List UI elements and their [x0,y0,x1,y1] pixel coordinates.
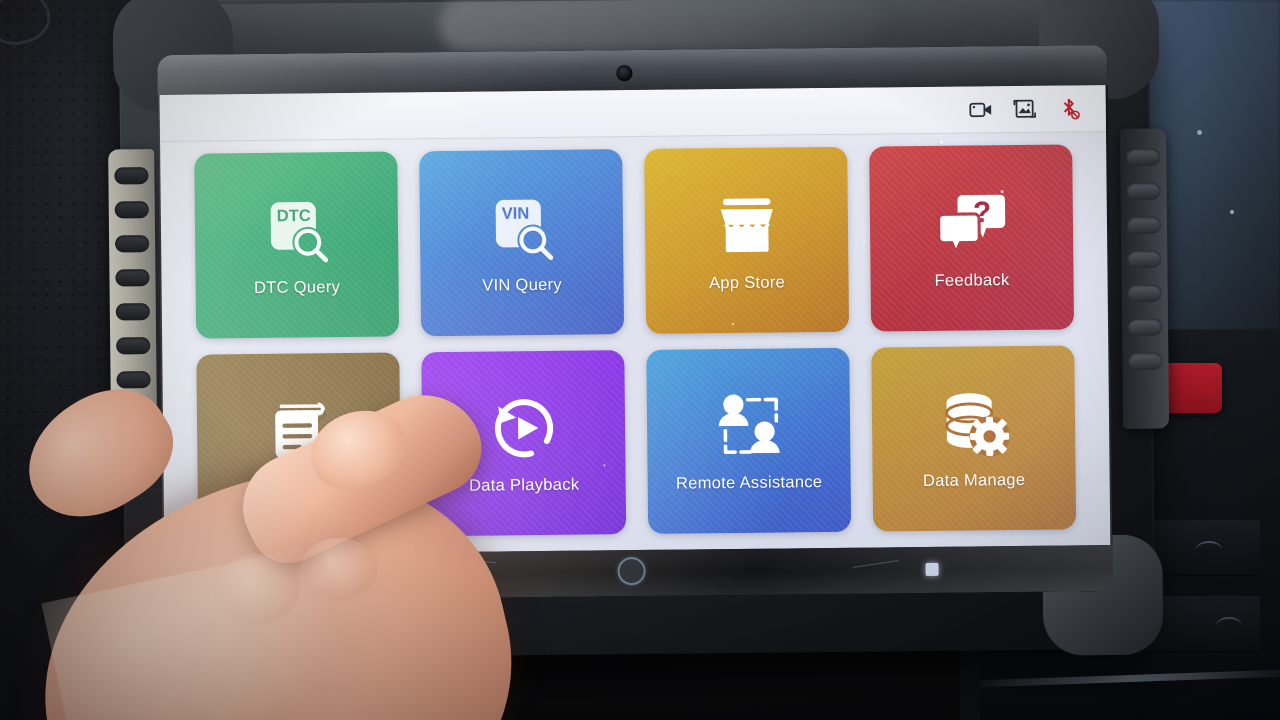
tile-remote-assistance[interactable]: Remote Assistance [646,347,852,534]
display-bezel: DTC DTC Query VIN VIN Query App Store ? … [157,45,1113,601]
glass-speck [1230,210,1234,214]
database-gear-icon [935,385,1012,466]
svg-text:DTC: DTC [276,206,310,225]
home-button[interactable] [617,556,646,586]
screenshot-icon[interactable] [1013,96,1038,121]
tile-app-store[interactable]: App Store [644,146,850,334]
side-bumper-left [108,149,158,450]
case-sunlight-sheen [438,0,880,53]
tile-label: Dictionary [260,478,338,498]
side-bumper-right [1119,128,1170,429]
two-users-frame-icon [710,388,787,469]
tile-label: Data Manage [922,471,1026,491]
app-grid: DTC DTC Query VIN VIN Query App Store ? … [160,132,1110,555]
bluetooth-disabled-icon[interactable] [1057,96,1082,121]
vin-search-icon: VIN [483,190,560,271]
tile-label: Data Playback [468,475,580,496]
book-icon [260,392,337,473]
video-record-icon[interactable] [969,97,994,122]
tile-label: DTC Query [253,277,341,297]
front-camera [616,65,633,82]
tile-dictionary[interactable]: Dictionary [196,351,402,539]
tile-vin-query[interactable]: VIN VIN Query [419,149,625,336]
led-indicator [925,562,939,576]
replay-play-icon [485,390,562,471]
photo-scene: DTC DTC Query VIN VIN Query App Store ? … [0,0,1280,720]
tile-label: App Store [708,273,786,292]
storefront-icon [708,187,785,268]
tile-data-playback[interactable]: Data Playback [421,349,627,537]
dtc-search-icon: DTC [258,192,335,273]
diagnostic-tablet: DTC DTC Query VIN VIN Query App Store ? … [108,0,1170,664]
svg-text:VIN: VIN [501,203,529,222]
tablet-screen: DTC DTC Query VIN VIN Query App Store ? … [159,85,1111,555]
tile-label: Feedback [934,270,1010,290]
tile-label: VIN Query [482,275,563,295]
tile-dtc-query[interactable]: DTC DTC Query [194,151,400,339]
tile-label: Remote Assistance [675,473,823,493]
glass-speck [1197,130,1202,135]
feedback-question-bubble-icon: ? [933,185,1010,266]
tile-feedback[interactable]: ? Feedback [869,144,1075,332]
tile-data-manage[interactable]: Data Manage [871,344,1077,532]
